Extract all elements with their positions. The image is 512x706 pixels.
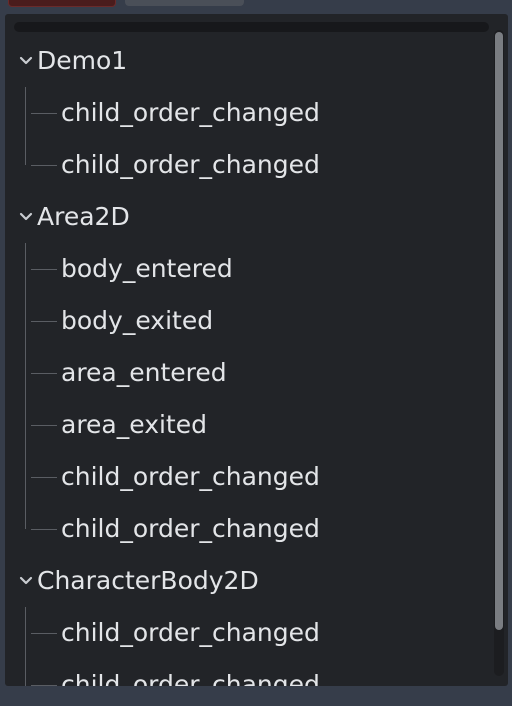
tree-branch-line bbox=[31, 425, 57, 426]
signal-tree-panel: Demo1 child_order_changed child_order_ch… bbox=[5, 14, 508, 686]
tree-item-label: child_order_changed bbox=[61, 618, 320, 647]
tree-item-signal[interactable]: area_entered bbox=[5, 347, 491, 399]
tree-branch-line bbox=[31, 269, 57, 270]
tree-item-signal[interactable]: child_order_changed bbox=[5, 503, 491, 555]
tree-item-signal[interactable]: child_order_changed bbox=[5, 87, 491, 139]
tree-branch-line bbox=[31, 321, 57, 322]
tree-branch-line bbox=[31, 165, 57, 166]
chevron-down-icon[interactable] bbox=[17, 35, 35, 87]
tab-inactive[interactable] bbox=[125, 0, 244, 6]
tree-branch-line bbox=[31, 113, 57, 114]
tree-item-label: child_order_changed bbox=[61, 670, 320, 686]
tree-item-label: area_exited bbox=[61, 410, 207, 439]
chevron-down-icon[interactable] bbox=[17, 555, 35, 607]
tree-branch-line bbox=[31, 529, 57, 530]
signal-tree: Demo1 child_order_changed child_order_ch… bbox=[5, 35, 491, 686]
vertical-scrollbar-thumb[interactable] bbox=[495, 32, 503, 630]
tree-group-demo1[interactable]: Demo1 bbox=[5, 35, 491, 87]
tree-item-label: area_entered bbox=[61, 358, 227, 387]
tree-item-label: body_entered bbox=[61, 254, 233, 283]
tree-group-label: Demo1 bbox=[37, 46, 128, 75]
tree-item-label: child_order_changed bbox=[61, 514, 320, 543]
vertical-scrollbar-track[interactable] bbox=[494, 30, 504, 676]
tree-group-characterbody2d[interactable]: CharacterBody2D bbox=[5, 555, 491, 607]
tree-item-label: child_order_changed bbox=[61, 462, 320, 491]
horizontal-scrollbar[interactable] bbox=[14, 22, 489, 32]
tree-item-label: body_exited bbox=[61, 306, 214, 335]
tree-item-signal[interactable]: child_order_changed bbox=[5, 451, 491, 503]
tree-branch-line bbox=[31, 633, 57, 634]
tree-item-signal[interactable]: body_entered bbox=[5, 243, 491, 295]
tree-group-label: CharacterBody2D bbox=[37, 566, 259, 595]
tree-item-signal[interactable]: child_order_changed bbox=[5, 139, 491, 191]
tree-item-label: child_order_changed bbox=[61, 150, 320, 179]
tree-group-area2d[interactable]: Area2D bbox=[5, 191, 491, 243]
top-toolbar bbox=[0, 0, 512, 8]
tree-item-signal[interactable]: child_order_changed bbox=[5, 607, 491, 659]
tree-item-signal[interactable]: body_exited bbox=[5, 295, 491, 347]
chevron-down-icon[interactable] bbox=[17, 191, 35, 243]
tree-group-label: Area2D bbox=[37, 202, 130, 231]
tree-branch-line bbox=[31, 373, 57, 374]
tree-item-signal[interactable]: child_order_changed bbox=[5, 659, 491, 686]
tree-branch-line bbox=[31, 477, 57, 478]
tree-branch-line bbox=[31, 685, 57, 686]
tree-item-signal[interactable]: area_exited bbox=[5, 399, 491, 451]
tree-item-label: child_order_changed bbox=[61, 98, 320, 127]
tab-active[interactable] bbox=[8, 0, 116, 7]
